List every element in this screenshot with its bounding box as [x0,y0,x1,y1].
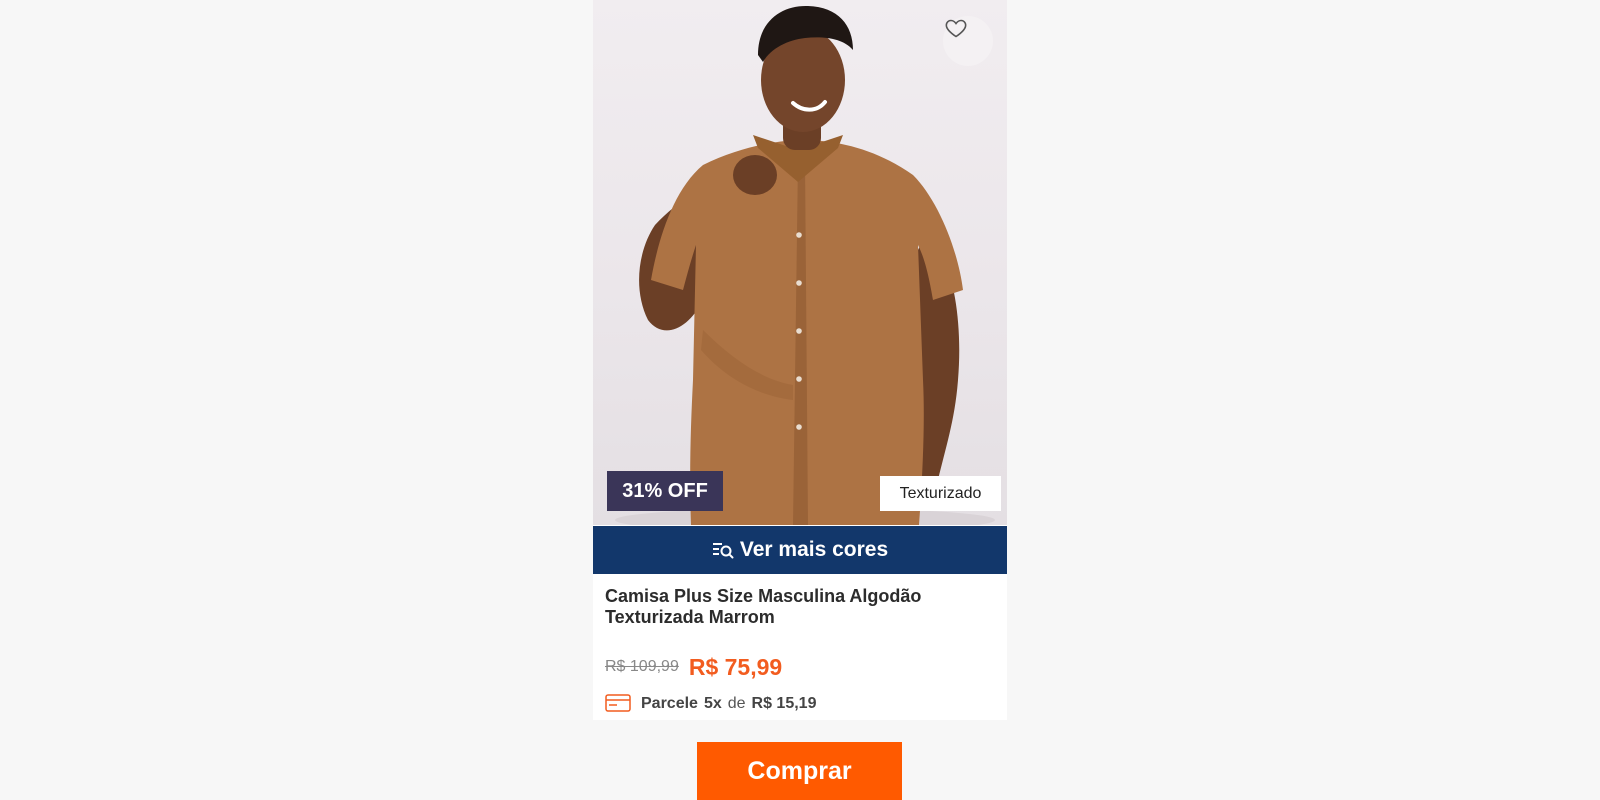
buy-button[interactable]: Comprar [697,742,902,800]
credit-card-icon [605,693,631,715]
current-price: R$ 75,99 [688,653,783,680]
favorite-button[interactable] [943,16,993,66]
installments-amount: R$ 15,19 [751,695,817,712]
view-more-colors-button[interactable]: Ver mais cores [593,526,1007,574]
texture-tag: Texturizado [880,476,1001,511]
discount-badge: 31% OFF [607,471,723,511]
product-card: 31% OFF Texturizado Ver mais cores Camis… [593,0,1007,720]
installments-count: 5x [703,695,722,712]
price-row: R$ 109,99 R$ 75,99 [605,652,782,682]
heart-icon [945,19,967,38]
installments-info: Parcele 5x de R$ 15,19 [605,693,816,715]
search-list-icon [712,543,734,559]
product-image[interactable]: 31% OFF Texturizado [593,0,1007,525]
old-price: R$ 109,99 [605,658,679,675]
installments-prefix: Parcele [641,695,698,712]
installments-connector: de [727,695,746,712]
product-title[interactable]: Camisa Plus Size Masculina Algodão Textu… [605,586,995,628]
product-photo-illustration [615,5,995,525]
view-more-colors-label: Ver mais cores [739,538,889,561]
